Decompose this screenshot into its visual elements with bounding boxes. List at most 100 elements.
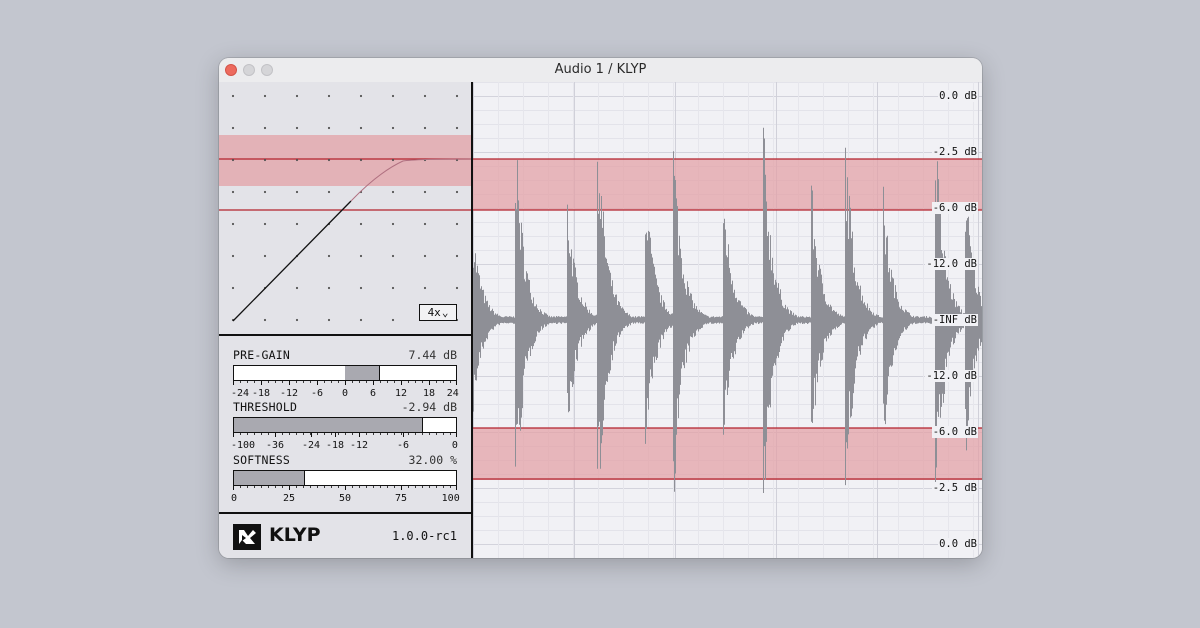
grid-dot (455, 222, 459, 226)
tick-label: -6 (310, 388, 324, 399)
softness-label: SOFTNESS (233, 453, 290, 467)
grid-dot (263, 222, 267, 226)
grid-dot (295, 126, 299, 130)
softness-ticks (233, 485, 457, 490)
chevron-down-icon: ⌄ (441, 306, 449, 319)
tick-label: 6 (369, 388, 377, 399)
db-scale-label: -6.0 dB (931, 426, 978, 438)
tick-label: -100 (231, 440, 256, 451)
softness-value: 32.00 % (408, 453, 457, 467)
transfer-curve-panel: 4x⌄ (219, 82, 472, 334)
grid-dot (359, 126, 363, 130)
tick-label: -6 (396, 440, 410, 451)
window-title: Audio 1 / KLYP (554, 62, 647, 77)
grid-dot (327, 126, 331, 130)
grid-dot (231, 94, 235, 98)
panel-divider (219, 334, 471, 336)
transfer-curve-linear (232, 200, 352, 322)
threshold-ticks (233, 432, 457, 437)
oversampling-select[interactable]: 4x⌄ (419, 304, 457, 321)
tick-label: 18 (422, 388, 436, 399)
tick-label: 25 (282, 493, 296, 504)
grid-dot (359, 254, 363, 258)
title-bar: Audio 1 / KLYP (219, 58, 982, 83)
grid-dot (327, 94, 331, 98)
grid-dot (391, 190, 395, 194)
pre-gain-slider[interactable] (233, 365, 457, 381)
grid-dot (391, 158, 395, 162)
tick-label: 75 (394, 493, 408, 504)
grid-dot (359, 94, 363, 98)
transfer-curve-graph (219, 94, 472, 322)
grid-dot (455, 254, 459, 258)
control-panel: 4x⌄ PRE-GAIN 7.44 dB -24 -18 -12 -6 0 6 12 18 24… (219, 82, 472, 558)
db-scale-label: -2.5 dB (931, 146, 978, 158)
softness-slider[interactable] (233, 470, 457, 486)
grid-dot (359, 158, 363, 162)
klyp-logo-icon (233, 524, 261, 550)
tick-label: 0 (341, 388, 349, 399)
tick-label: 50 (338, 493, 352, 504)
grid-dot (263, 318, 267, 322)
grid-dot (231, 222, 235, 226)
brand-name: KLYP (269, 524, 321, 546)
threshold-fill (234, 418, 423, 432)
grid-dot (295, 158, 299, 162)
grid-dot (263, 254, 267, 258)
grid-dot (455, 94, 459, 98)
pre-gain-value: 7.44 dB (408, 348, 457, 362)
waveform-graph (473, 82, 982, 558)
grid-dot (391, 318, 395, 322)
softness-tick-labels: 0 25 50 75 100 (231, 493, 460, 505)
grid-dot (423, 190, 427, 194)
grid-dot (391, 94, 395, 98)
tick-label: 24 (446, 388, 459, 399)
grid-dot (231, 126, 235, 130)
grid-dot (423, 254, 427, 258)
grid-dot (295, 318, 299, 322)
grid-dot (359, 222, 363, 226)
grid-dot (327, 190, 331, 194)
grid-dot (455, 286, 459, 290)
tick-label: -12 (279, 388, 299, 399)
grid-dot (359, 318, 363, 322)
tick-label: 0 (451, 440, 458, 451)
grid-dot (423, 126, 427, 130)
grid-dot (455, 126, 459, 130)
grid-dot (263, 126, 267, 130)
grid-dot (231, 254, 235, 258)
grid-dot (295, 286, 299, 290)
db-scale-label: -12.0 dB (925, 370, 978, 382)
waveform-display: 0.0 dB -2.5 dB -6.0 dB -12.0 dB -INF dB -12.0… (473, 82, 982, 558)
pre-gain-tick-labels: -24 -18 -12 -6 0 6 12 18 24 (231, 388, 459, 400)
grid-dot (231, 286, 235, 290)
grid-dot (455, 190, 459, 194)
pre-gain-ticks (233, 380, 457, 385)
softness-fill (234, 471, 305, 485)
tick-label: -18 (325, 440, 345, 451)
grid-dot (391, 254, 395, 258)
threshold-slider[interactable] (233, 417, 457, 433)
db-scale-label: 0.0 dB (938, 90, 978, 102)
brand-footer: KLYP 1.0.0-rc1 (219, 514, 471, 558)
tick-label: -36 (265, 440, 285, 451)
tick-label: -24 (231, 388, 250, 399)
tick-label: 0 (231, 493, 238, 504)
grid-dot (423, 222, 427, 226)
grid-dot (327, 286, 331, 290)
grid-dot (359, 286, 363, 290)
pre-gain-label: PRE-GAIN (233, 348, 290, 362)
grid-dot (231, 190, 235, 194)
threshold-value: -2.94 dB (401, 400, 457, 414)
threshold-label: THRESHOLD (233, 400, 298, 414)
tick-label: -24 (301, 440, 321, 451)
tick-label: 12 (394, 388, 408, 399)
threshold-tick-labels: -100 -36 -24 -18 -12 -6 0 (231, 440, 458, 452)
tick-label: 100 (441, 493, 460, 504)
grid-dot (263, 158, 267, 162)
tick-label: -12 (349, 440, 369, 451)
clip-band-top (473, 159, 982, 210)
grid-dot (391, 126, 395, 130)
db-scale-label: -INF dB (931, 314, 978, 326)
db-scale-label: -2.5 dB (931, 482, 978, 494)
